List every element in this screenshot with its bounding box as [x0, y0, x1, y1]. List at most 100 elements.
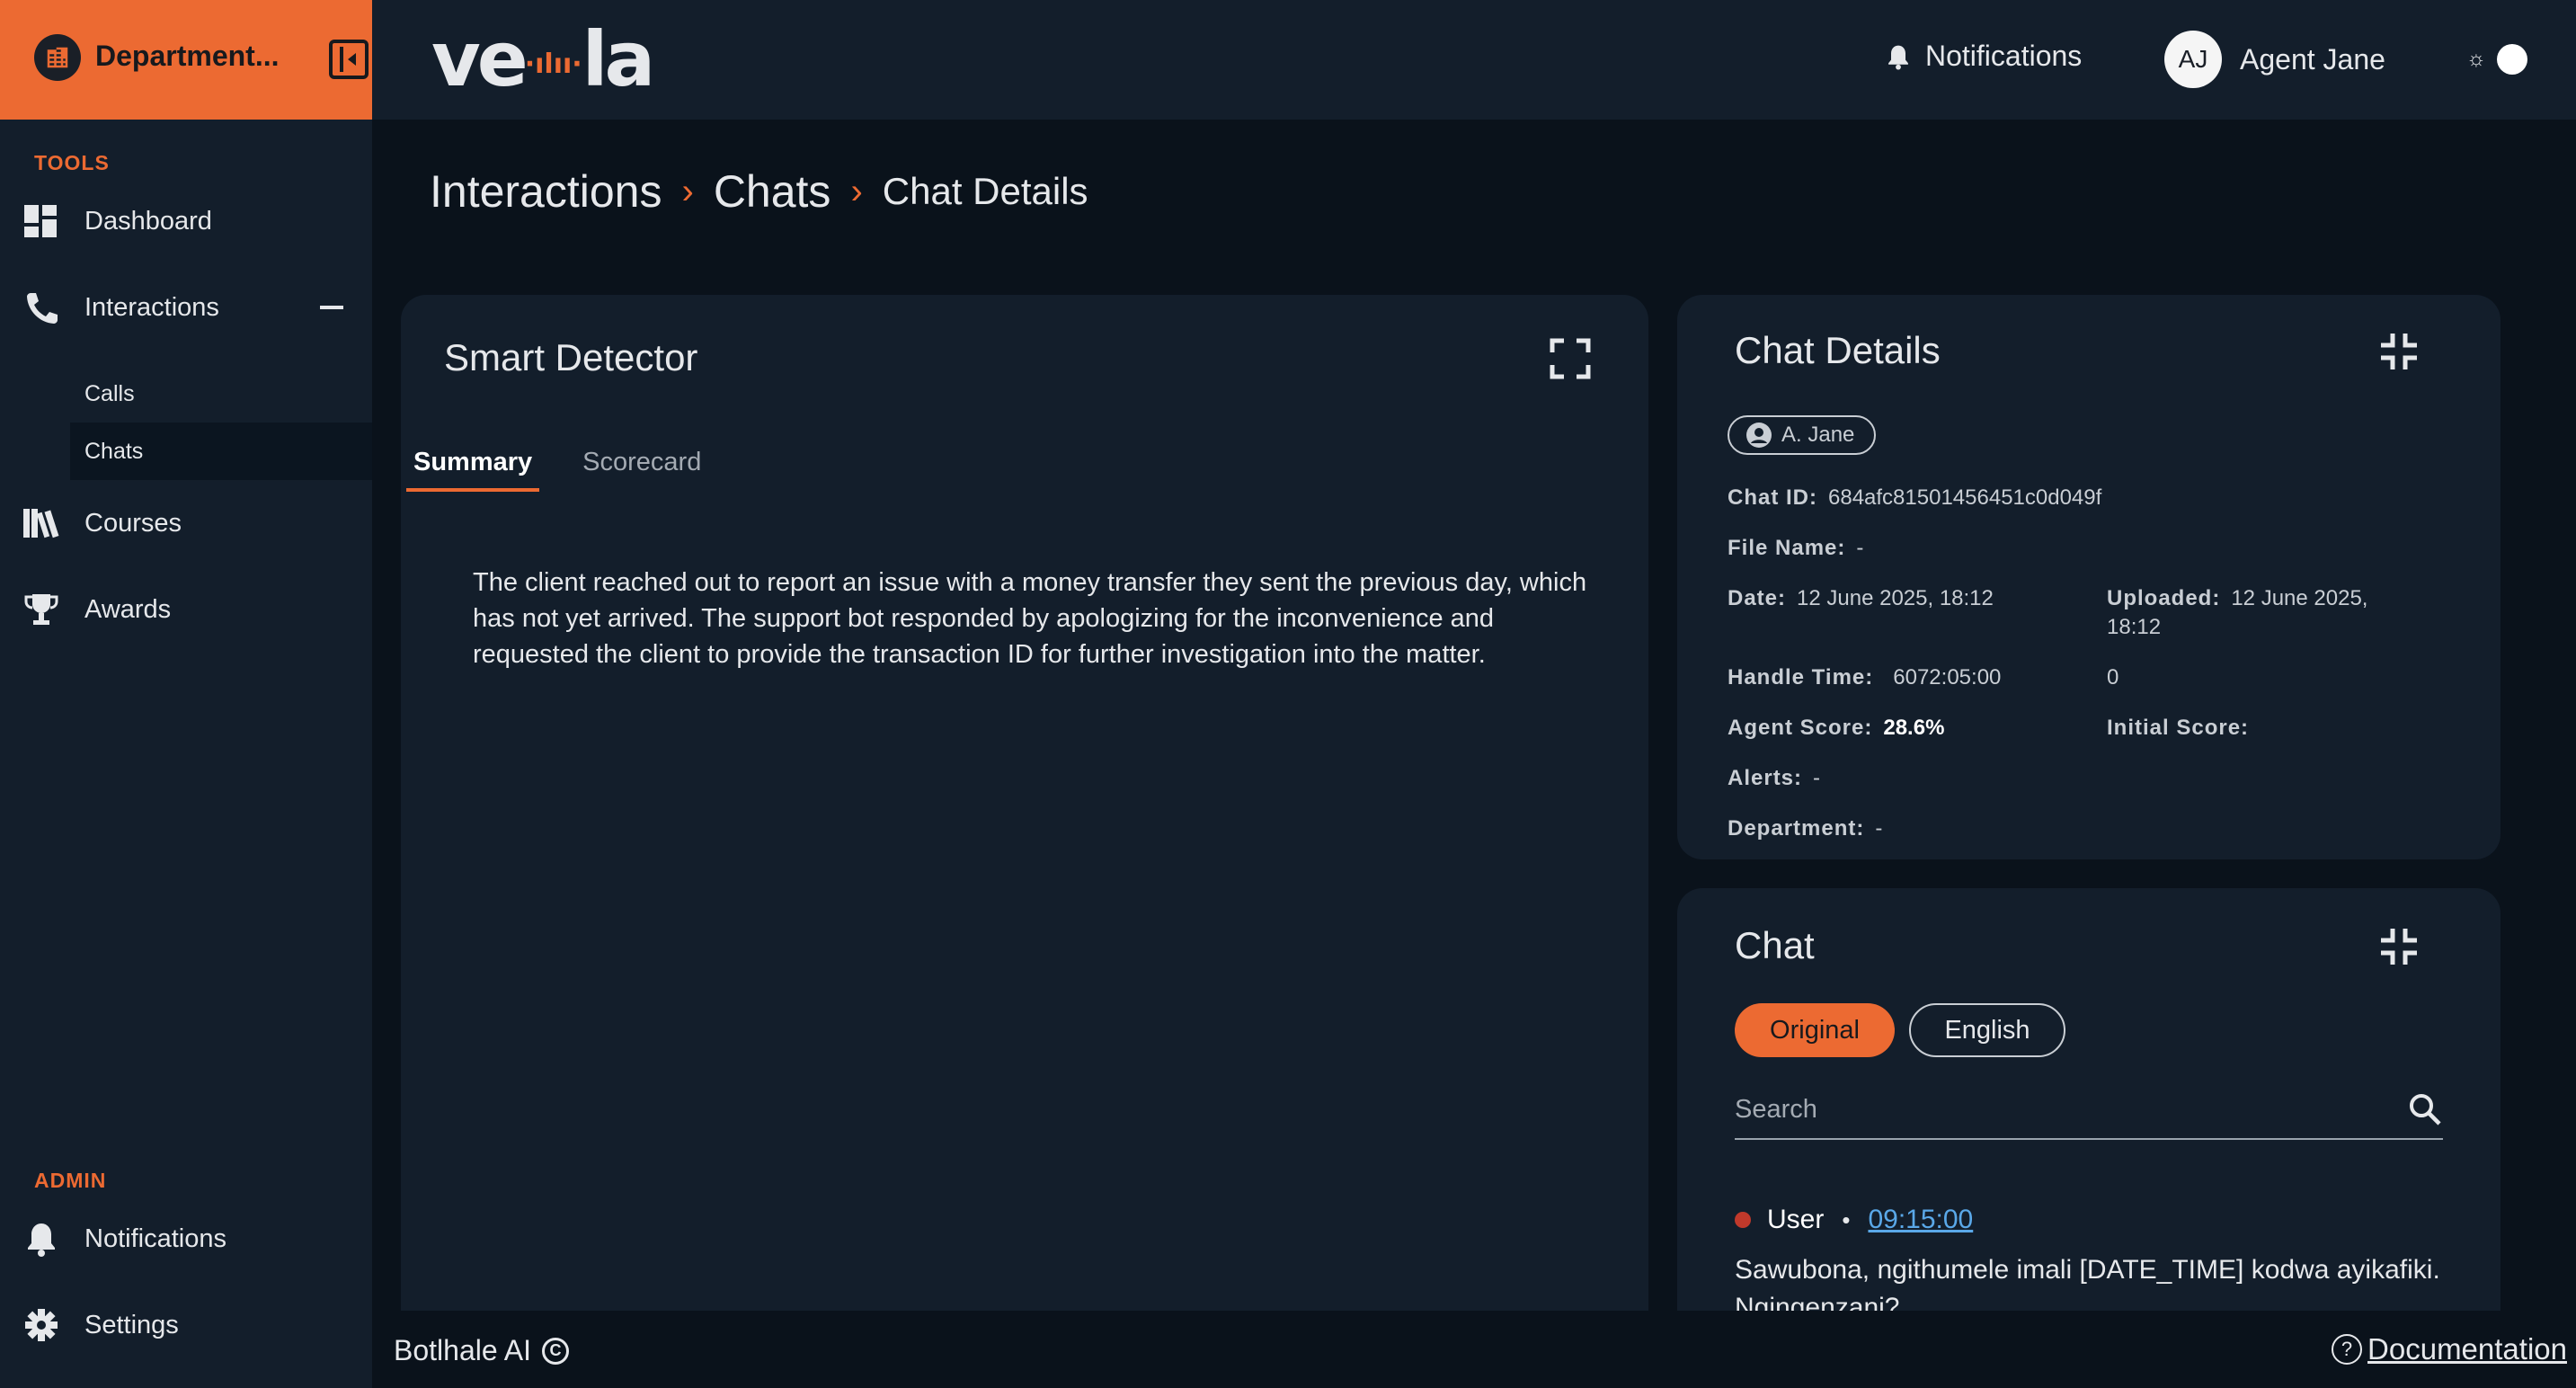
tab-summary[interactable]: Summary: [406, 448, 540, 492]
department-selector[interactable]: Department...: [0, 0, 372, 120]
user-name: Agent Jane: [2240, 42, 2385, 76]
initial-score-label: Initial Score:: [2107, 716, 2250, 740]
collapse-minus-icon[interactable]: [320, 306, 343, 309]
chat-details-title: Chat Details: [1735, 329, 1941, 371]
smart-detector-title: Smart Detector: [444, 336, 698, 378]
agent-score-label: Agent Score:: [1728, 716, 1873, 740]
breadcrumb-current: Chat Details: [882, 170, 1088, 212]
sidebar-item-settings[interactable]: Settings: [0, 1296, 372, 1354]
phone-icon: [27, 293, 58, 324]
uploaded-row: Uploaded: 12 June 2025,: [2107, 586, 2367, 611]
bell-icon: [28, 1223, 55, 1257]
detector-tabs: Summary Scorecard: [406, 448, 744, 492]
date-row: Date: 12 June 2025, 18:12: [1728, 586, 1994, 611]
collapse-icon[interactable]: [2378, 331, 2420, 372]
uploaded-time-row: 18:12: [2107, 615, 2161, 640]
sidebar-item-chats[interactable]: Chats: [70, 423, 372, 480]
user-circle-icon: [1746, 423, 1772, 448]
department-row: Department: -: [1728, 816, 1882, 841]
department-label: Department:: [1728, 816, 1865, 841]
chat-id-value: 684afc81501456451c0d049f: [1828, 485, 2102, 510]
agent-score-row: Agent Score: 28.6%: [1728, 716, 1944, 741]
bell-icon: [1888, 45, 1908, 70]
agent-chip-label: A. Jane: [1781, 423, 1855, 447]
alerts-label: Alerts:: [1728, 766, 1803, 790]
documentation-link[interactable]: ? Documentation: [2332, 1332, 2567, 1366]
documentation-label: Documentation: [2367, 1332, 2567, 1366]
file-name-value: -: [1856, 536, 1864, 560]
department-value: -: [1875, 816, 1883, 841]
file-name-label: File Name:: [1728, 536, 1846, 560]
sidebar-item-label: Notifications: [84, 1223, 227, 1253]
chat-search: [1735, 1082, 2443, 1140]
chevron-right-icon: ›: [850, 171, 863, 211]
date-value: 12 June 2025, 18:12: [1797, 586, 1994, 610]
chevron-right-icon: ›: [681, 171, 694, 211]
brand-name: Botlhale AI: [394, 1334, 531, 1366]
breadcrumb: Interactions › Chats › Chat Details: [430, 165, 1088, 218]
english-language-button[interactable]: English: [1909, 1003, 2065, 1057]
help-icon: ?: [2332, 1334, 2363, 1365]
agent-chip[interactable]: A. Jane: [1728, 415, 1877, 455]
building-icon: [34, 34, 81, 81]
handle-time-value: 6072:05:00: [1893, 665, 2002, 690]
tools-section-label: TOOLS: [34, 151, 110, 174]
theme-toggle[interactable]: ☼: [2463, 41, 2527, 77]
sidebar-item-label: Courses: [84, 508, 182, 538]
admin-section-label: ADMIN: [34, 1169, 107, 1192]
handle-time-row: Handle Time: 6072:05:00: [1728, 665, 2001, 690]
breadcrumb-chats[interactable]: Chats: [714, 165, 831, 218]
trophy-icon: [24, 594, 58, 625]
sun-icon: ☼: [2466, 47, 2486, 71]
sidebar-item-awards[interactable]: Awards: [0, 581, 372, 638]
sidebar-item-interactions[interactable]: Interactions: [0, 279, 372, 336]
sidebar-item-courses[interactable]: Courses: [0, 494, 372, 552]
chat-title: Chat: [1735, 924, 1815, 966]
dashboard-icon: [24, 205, 57, 237]
collapse-sidebar-button[interactable]: [329, 40, 369, 79]
handle-extra-row: 0: [2107, 665, 2119, 690]
sidebar-item-dashboard[interactable]: Dashboard: [0, 192, 372, 250]
chat-id-row: Chat ID: 684afc81501456451c0d049f: [1728, 485, 2101, 511]
message-timestamp-link[interactable]: 09:15:00: [1868, 1205, 1973, 1235]
user-menu[interactable]: AJ Agent Jane: [2164, 31, 2385, 88]
summary-text: The client reached out to report an issu…: [473, 568, 1587, 669]
sidebar-subitem-label: Chats: [84, 438, 144, 464]
date-label: Date:: [1728, 586, 1787, 610]
sidebar-item-label: Dashboard: [84, 206, 212, 236]
uploaded-value: 12 June 2025,: [2231, 586, 2368, 610]
agent-score-value: 28.6%: [1883, 716, 1945, 740]
search-icon[interactable]: [2407, 1091, 2443, 1127]
file-name-row: File Name: -: [1728, 536, 1863, 561]
sidebar-item-label: Interactions: [84, 292, 219, 322]
expand-icon[interactable]: [1550, 338, 1591, 379]
sidebar: Department... TOOLS Dashboard Interactio…: [0, 0, 372, 1388]
sender-status-dot: [1735, 1212, 1751, 1228]
toggle-knob: [2497, 44, 2527, 75]
sidebar-item-notifications[interactable]: Notifications: [0, 1210, 372, 1268]
uploaded-time: 18:12: [2107, 615, 2162, 639]
message-header: User • 09:15:00: [1735, 1205, 1973, 1235]
chat-id-label: Chat ID:: [1728, 485, 1817, 510]
copyright-icon: C: [542, 1337, 569, 1365]
tab-scorecard[interactable]: Scorecard: [582, 448, 701, 492]
collapse-icon[interactable]: [2378, 926, 2420, 967]
app-logo[interactable]: ve·ılıı·la: [431, 22, 655, 97]
header-notifications-button[interactable]: Notifications: [1884, 40, 2082, 73]
initial-score-row: Initial Score:: [2107, 716, 2249, 741]
department-name: Department...: [95, 40, 280, 72]
uploaded-label: Uploaded:: [2107, 586, 2221, 610]
sidebar-item-calls[interactable]: Calls: [70, 365, 372, 423]
handle-time-label: Handle Time:: [1728, 665, 1874, 690]
message-sender: User: [1767, 1205, 1825, 1234]
footer-brand: Botlhale AI C: [394, 1334, 569, 1367]
alerts-row: Alerts: -: [1728, 766, 1820, 791]
breadcrumb-interactions[interactable]: Interactions: [430, 165, 662, 218]
sidebar-item-label: Settings: [84, 1310, 179, 1339]
notifications-label: Notifications: [1925, 40, 2083, 72]
sidebar-item-label: Awards: [84, 594, 172, 624]
alerts-value: -: [1813, 766, 1821, 790]
separator-dot: •: [1842, 1206, 1851, 1233]
original-language-button[interactable]: Original: [1735, 1003, 1895, 1057]
search-input[interactable]: [1735, 1090, 2364, 1129]
